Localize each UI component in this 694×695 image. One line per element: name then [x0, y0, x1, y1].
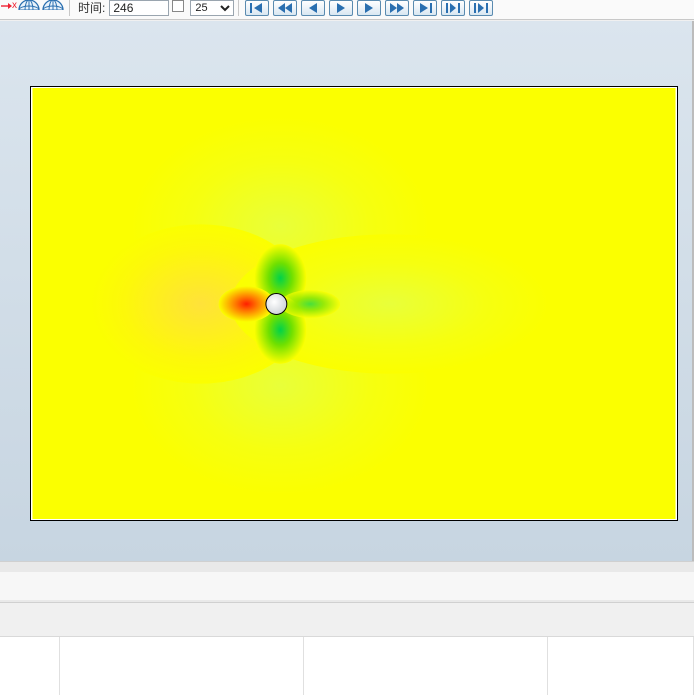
play-forward-button[interactable] — [357, 0, 381, 16]
fps-select[interactable]: 25 — [190, 0, 234, 16]
toolbar-separator — [69, 0, 70, 16]
time-flag-checkbox[interactable] — [172, 0, 184, 12]
field-plot — [30, 86, 678, 521]
bottom-tab-1[interactable] — [0, 637, 60, 695]
step-forward-button[interactable] — [385, 0, 409, 16]
go-to-start-button[interactable] — [245, 0, 269, 16]
bottom-tab-2[interactable] — [60, 637, 304, 695]
time-input[interactable] — [109, 0, 169, 16]
plot-area — [30, 86, 678, 521]
pause-button[interactable] — [329, 0, 353, 16]
simulation-viewport[interactable] — [0, 21, 694, 561]
toolbar: x — [0, 0, 694, 20]
toolbar-separator-2 — [238, 0, 239, 16]
loop-button[interactable] — [441, 0, 465, 16]
axis-indicator: x — [0, 0, 17, 14]
cylinder-obstacle — [266, 294, 287, 315]
step-back-button[interactable] — [273, 0, 297, 16]
time-label: 时间: — [74, 0, 109, 16]
globe-west-icon[interactable] — [17, 0, 41, 18]
record-button[interactable] — [469, 0, 493, 16]
bottom-tab-3[interactable] — [304, 637, 548, 695]
bottom-tab-4[interactable] — [548, 637, 694, 695]
go-to-end-button[interactable] — [413, 0, 437, 16]
play-back-button[interactable] — [301, 0, 325, 16]
footer-bar — [0, 572, 694, 600]
globe-east-icon[interactable] — [41, 0, 65, 18]
bottom-tabs — [0, 636, 694, 695]
